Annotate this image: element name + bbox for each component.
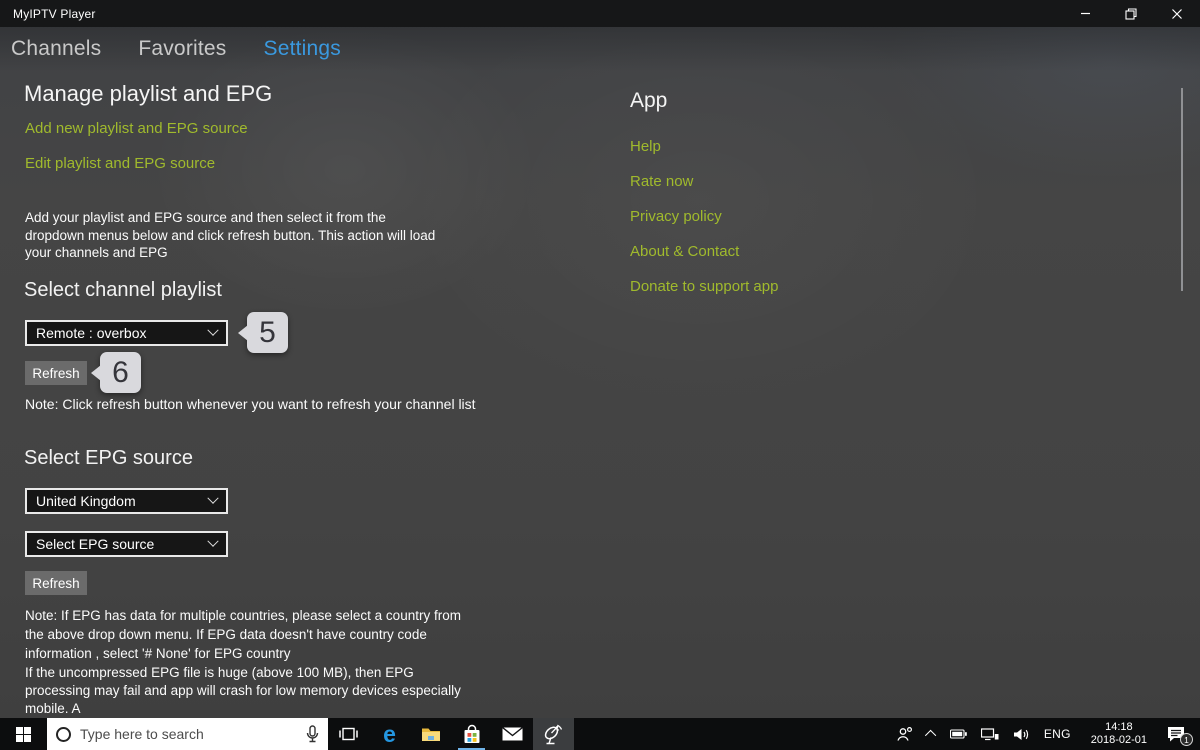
epg-country-dropdown[interactable]: United Kingdom	[25, 488, 228, 514]
clock-time: 14:18	[1105, 721, 1133, 733]
close-button[interactable]	[1154, 0, 1200, 27]
search-input[interactable]	[80, 726, 297, 742]
network-button[interactable]	[974, 718, 1006, 750]
scrollbar-thumb[interactable]	[1181, 88, 1183, 291]
tab-bar: Channels Favorites Settings	[0, 27, 1200, 71]
minimize-icon	[1080, 12, 1090, 15]
epg-source-dropdown-value: Select EPG source	[36, 536, 155, 552]
restore-icon	[1125, 7, 1137, 20]
app-heading: App	[630, 89, 668, 112]
tab-settings[interactable]: Settings	[264, 37, 341, 61]
epg-country-note: Note: If EPG has data for multiple count…	[25, 608, 461, 661]
epg-size-note: If the uncompressed EPG file is huge (ab…	[25, 665, 461, 716]
link-donate[interactable]: Donate to support app	[630, 278, 778, 295]
mail-icon	[502, 727, 523, 741]
language-label: ENG	[1043, 727, 1071, 741]
channel-playlist-dropdown[interactable]: Remote : overbox	[25, 320, 228, 346]
window-controls	[1062, 0, 1200, 27]
link-help[interactable]: Help	[630, 138, 661, 155]
link-about-contact[interactable]: About & Contact	[630, 243, 739, 260]
speaker-icon	[1013, 728, 1028, 740]
myiptv-player-button[interactable]	[533, 718, 574, 750]
tray-expand-button[interactable]	[921, 718, 943, 750]
people-icon	[897, 727, 912, 741]
step-callout-5: 5	[247, 312, 288, 353]
link-rate-now[interactable]: Rate now	[630, 173, 693, 190]
link-add-playlist[interactable]: Add new playlist and EPG source	[25, 120, 248, 137]
minimize-button[interactable]	[1062, 0, 1108, 27]
restore-button[interactable]	[1108, 0, 1154, 27]
taskbar: e	[0, 718, 1200, 750]
volume-button[interactable]	[1006, 718, 1037, 750]
start-button[interactable]	[0, 718, 47, 750]
notification-badge: 1	[1180, 733, 1193, 746]
clock-date: 2018-02-01	[1090, 734, 1147, 746]
chevron-down-icon	[207, 324, 219, 336]
people-button[interactable]	[888, 718, 921, 750]
app-window: MyIPTV Player Channels Favorites Setting…	[0, 0, 1200, 718]
file-explorer-icon	[421, 728, 440, 741]
epg-heading: Select EPG source	[24, 447, 193, 469]
cortana-icon	[56, 726, 71, 742]
manage-description: Add your playlist and EPG source and the…	[25, 210, 436, 260]
satellite-dish-icon	[544, 724, 563, 744]
system-tray: ENG 14:18 2018-02-01 1	[888, 718, 1200, 750]
taskbar-app-icons: e	[328, 718, 574, 750]
window-title: MyIPTV Player	[13, 6, 96, 21]
tab-channels[interactable]: Channels	[11, 37, 101, 61]
microphone-icon	[306, 724, 319, 742]
chevron-down-icon	[207, 535, 219, 547]
channel-playlist-heading: Select channel playlist	[24, 279, 222, 301]
clock[interactable]: 14:18 2018-02-01	[1078, 718, 1160, 750]
battery-icon	[949, 729, 967, 739]
epg-country-dropdown-value: United Kingdom	[36, 493, 136, 509]
chevron-down-icon	[207, 492, 219, 504]
step-callout-6: 6	[100, 352, 141, 393]
taskbar-search[interactable]	[47, 718, 328, 750]
task-view-icon	[339, 727, 358, 741]
mail-button[interactable]	[492, 718, 533, 750]
file-explorer-button[interactable]	[410, 718, 451, 750]
close-icon	[1172, 8, 1182, 19]
chevron-up-icon	[924, 729, 937, 742]
action-center-button[interactable]: 1	[1160, 718, 1195, 750]
store-button[interactable]	[451, 718, 492, 750]
channel-playlist-dropdown-value: Remote : overbox	[36, 325, 147, 341]
refresh-note: Note: Click refresh button whenever you …	[25, 396, 476, 412]
task-view-button[interactable]	[328, 718, 369, 750]
refresh-playlist-button[interactable]: Refresh	[25, 361, 87, 385]
network-icon	[980, 728, 999, 741]
battery-button[interactable]	[943, 718, 974, 750]
manage-heading: Manage playlist and EPG	[24, 81, 273, 106]
windows-logo-icon	[16, 726, 31, 742]
store-icon	[464, 724, 479, 743]
language-indicator[interactable]: ENG	[1037, 718, 1078, 750]
edge-icon: e	[383, 720, 396, 747]
tab-favorites[interactable]: Favorites	[138, 37, 226, 61]
edge-button[interactable]: e	[369, 718, 410, 750]
title-bar: MyIPTV Player	[0, 0, 1200, 27]
epg-source-dropdown[interactable]: Select EPG source	[25, 531, 228, 557]
refresh-epg-button[interactable]: Refresh	[25, 571, 87, 595]
link-edit-playlist[interactable]: Edit playlist and EPG source	[25, 155, 215, 172]
link-privacy-policy[interactable]: Privacy policy	[630, 208, 722, 225]
